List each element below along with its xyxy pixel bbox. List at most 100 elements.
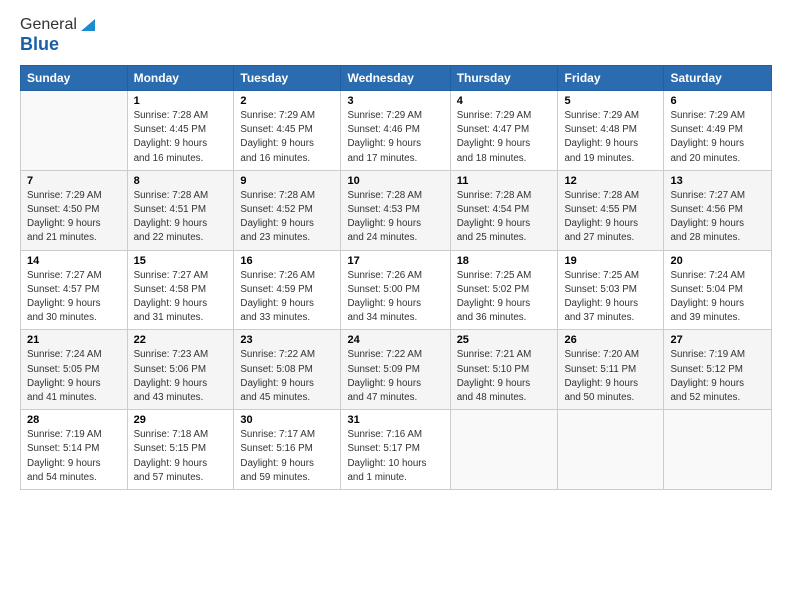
day-number: 28 xyxy=(27,414,121,426)
day-info: Sunrise: 7:28 AM Sunset: 4:45 PM Dayligh… xyxy=(134,109,228,166)
day-cell: 4 Sunrise: 7:29 AM Sunset: 4:47 PM Daylig… xyxy=(450,91,558,171)
day-cell: 7 Sunrise: 7:29 AM Sunset: 4:50 PM Daylig… xyxy=(21,170,128,250)
day-info: Sunrise: 7:28 AM Sunset: 4:51 PM Dayligh… xyxy=(134,189,228,246)
week-row-2: 7 Sunrise: 7:29 AM Sunset: 4:50 PM Daylig… xyxy=(21,170,772,250)
day-number: 9 xyxy=(240,175,334,187)
day-cell: 30 Sunrise: 7:17 AM Sunset: 5:16 PM Dayli… xyxy=(234,410,341,490)
day-number: 18 xyxy=(457,255,552,267)
day-number: 30 xyxy=(240,414,334,426)
day-number: 26 xyxy=(564,334,657,346)
day-info: Sunrise: 7:26 AM Sunset: 5:00 PM Dayligh… xyxy=(347,269,443,326)
day-number: 11 xyxy=(457,175,552,187)
day-info: Sunrise: 7:29 AM Sunset: 4:47 PM Dayligh… xyxy=(457,109,552,166)
day-info: Sunrise: 7:27 AM Sunset: 4:56 PM Dayligh… xyxy=(670,189,765,246)
weekday-row: SundayMondayTuesdayWednesdayThursdayFrid… xyxy=(21,66,772,91)
day-cell: 16Sunrise: 7:26 AM Sunset: 4:59 PM Dayli… xyxy=(234,250,341,330)
day-number: 27 xyxy=(670,334,765,346)
day-cell xyxy=(558,410,664,490)
weekday-header-sunday: Sunday xyxy=(21,66,128,91)
day-number: 25 xyxy=(457,334,552,346)
week-row-4: 21Sunrise: 7:24 AM Sunset: 5:05 PM Dayli… xyxy=(21,330,772,410)
day-cell: 20 Sunrise: 7:24 AM Sunset: 5:04 PM Dayli… xyxy=(664,250,772,330)
header: General Blue xyxy=(20,16,772,55)
day-cell: 19 Sunrise: 7:25 AM Sunset: 5:03 PM Dayli… xyxy=(558,250,664,330)
logo-blue-text: Blue xyxy=(20,34,59,55)
day-cell: 1 Sunrise: 7:28 AM Sunset: 4:45 PM Daylig… xyxy=(127,91,234,171)
day-info: Sunrise: 7:19 AM Sunset: 5:12 PM Dayligh… xyxy=(670,348,765,405)
day-info: Sunrise: 7:25 AM Sunset: 5:03 PM Dayligh… xyxy=(564,269,657,326)
day-cell: 24 Sunrise: 7:22 AM Sunset: 5:09 PM Dayli… xyxy=(341,330,450,410)
week-row-3: 14Sunrise: 7:27 AM Sunset: 4:57 PM Dayli… xyxy=(21,250,772,330)
weekday-header-monday: Monday xyxy=(127,66,234,91)
day-number: 24 xyxy=(347,334,443,346)
day-cell xyxy=(450,410,558,490)
day-cell: 15 Sunrise: 7:27 AM Sunset: 4:58 PM Dayli… xyxy=(127,250,234,330)
week-row-1: 1 Sunrise: 7:28 AM Sunset: 4:45 PM Daylig… xyxy=(21,91,772,171)
day-cell: 5 Sunrise: 7:29 AM Sunset: 4:48 PM Daylig… xyxy=(558,91,664,171)
day-cell: 23 Sunrise: 7:22 AM Sunset: 5:08 PM Dayli… xyxy=(234,330,341,410)
day-number: 3 xyxy=(347,95,443,107)
day-number: 4 xyxy=(457,95,552,107)
day-cell: 27 Sunrise: 7:19 AM Sunset: 5:12 PM Dayli… xyxy=(664,330,772,410)
day-cell: 17 Sunrise: 7:26 AM Sunset: 5:00 PM Dayli… xyxy=(341,250,450,330)
day-cell: 29 Sunrise: 7:18 AM Sunset: 5:15 PM Dayli… xyxy=(127,410,234,490)
day-number: 21 xyxy=(27,334,121,346)
day-number: 5 xyxy=(564,95,657,107)
day-number: 22 xyxy=(134,334,228,346)
day-cell: 21Sunrise: 7:24 AM Sunset: 5:05 PM Dayli… xyxy=(21,330,128,410)
day-number: 8 xyxy=(134,175,228,187)
day-number: 6 xyxy=(670,95,765,107)
weekday-header-tuesday: Tuesday xyxy=(234,66,341,91)
day-number: 17 xyxy=(347,255,443,267)
weekday-header-friday: Friday xyxy=(558,66,664,91)
day-number: 15 xyxy=(134,255,228,267)
day-number: 2 xyxy=(240,95,334,107)
day-info: Sunrise: 7:25 AM Sunset: 5:02 PM Dayligh… xyxy=(457,269,552,326)
day-info: Sunrise: 7:29 AM Sunset: 4:49 PM Dayligh… xyxy=(670,109,765,166)
day-cell: 22Sunrise: 7:23 AM Sunset: 5:06 PM Dayli… xyxy=(127,330,234,410)
day-info: Sunrise: 7:28 AM Sunset: 4:53 PM Dayligh… xyxy=(347,189,443,246)
weekday-header-saturday: Saturday xyxy=(664,66,772,91)
weekday-header-wednesday: Wednesday xyxy=(341,66,450,91)
day-number: 1 xyxy=(134,95,228,107)
day-info: Sunrise: 7:17 AM Sunset: 5:16 PM Dayligh… xyxy=(240,428,334,485)
logo-general-text: General xyxy=(20,16,77,34)
day-info: Sunrise: 7:29 AM Sunset: 4:50 PM Dayligh… xyxy=(27,189,121,246)
day-number: 12 xyxy=(564,175,657,187)
day-info: Sunrise: 7:19 AM Sunset: 5:14 PM Dayligh… xyxy=(27,428,121,485)
day-info: Sunrise: 7:22 AM Sunset: 5:08 PM Dayligh… xyxy=(240,348,334,405)
logo-triangle-icon xyxy=(79,15,97,33)
day-number: 10 xyxy=(347,175,443,187)
calendar-table: SundayMondayTuesdayWednesdayThursdayFrid… xyxy=(20,65,772,490)
day-cell: 31Sunrise: 7:16 AM Sunset: 5:17 PM Dayli… xyxy=(341,410,450,490)
day-info: Sunrise: 7:29 AM Sunset: 4:48 PM Dayligh… xyxy=(564,109,657,166)
day-number: 13 xyxy=(670,175,765,187)
day-info: Sunrise: 7:28 AM Sunset: 4:54 PM Dayligh… xyxy=(457,189,552,246)
day-info: Sunrise: 7:27 AM Sunset: 4:58 PM Dayligh… xyxy=(134,269,228,326)
day-cell: 12Sunrise: 7:28 AM Sunset: 4:55 PM Dayli… xyxy=(558,170,664,250)
day-info: Sunrise: 7:20 AM Sunset: 5:11 PM Dayligh… xyxy=(564,348,657,405)
day-info: Sunrise: 7:18 AM Sunset: 5:15 PM Dayligh… xyxy=(134,428,228,485)
day-number: 19 xyxy=(564,255,657,267)
day-info: Sunrise: 7:24 AM Sunset: 5:04 PM Dayligh… xyxy=(670,269,765,326)
day-cell: 13 Sunrise: 7:27 AM Sunset: 4:56 PM Dayli… xyxy=(664,170,772,250)
day-number: 20 xyxy=(670,255,765,267)
day-cell: 26 Sunrise: 7:20 AM Sunset: 5:11 PM Dayli… xyxy=(558,330,664,410)
day-number: 23 xyxy=(240,334,334,346)
day-cell: 10 Sunrise: 7:28 AM Sunset: 4:53 PM Dayli… xyxy=(341,170,450,250)
day-number: 7 xyxy=(27,175,121,187)
day-number: 29 xyxy=(134,414,228,426)
day-info: Sunrise: 7:29 AM Sunset: 4:46 PM Dayligh… xyxy=(347,109,443,166)
day-cell: 25Sunrise: 7:21 AM Sunset: 5:10 PM Dayli… xyxy=(450,330,558,410)
calendar-header: SundayMondayTuesdayWednesdayThursdayFrid… xyxy=(21,66,772,91)
day-info: Sunrise: 7:22 AM Sunset: 5:09 PM Dayligh… xyxy=(347,348,443,405)
day-info: Sunrise: 7:29 AM Sunset: 4:45 PM Dayligh… xyxy=(240,109,334,166)
day-number: 14 xyxy=(27,255,121,267)
day-info: Sunrise: 7:28 AM Sunset: 4:52 PM Dayligh… xyxy=(240,189,334,246)
day-cell: 9 Sunrise: 7:28 AM Sunset: 4:52 PM Daylig… xyxy=(234,170,341,250)
logo: General Blue xyxy=(20,16,97,55)
day-cell: 2 Sunrise: 7:29 AM Sunset: 4:45 PM Daylig… xyxy=(234,91,341,171)
day-cell: 18 Sunrise: 7:25 AM Sunset: 5:02 PM Dayli… xyxy=(450,250,558,330)
weekday-header-thursday: Thursday xyxy=(450,66,558,91)
day-cell xyxy=(664,410,772,490)
